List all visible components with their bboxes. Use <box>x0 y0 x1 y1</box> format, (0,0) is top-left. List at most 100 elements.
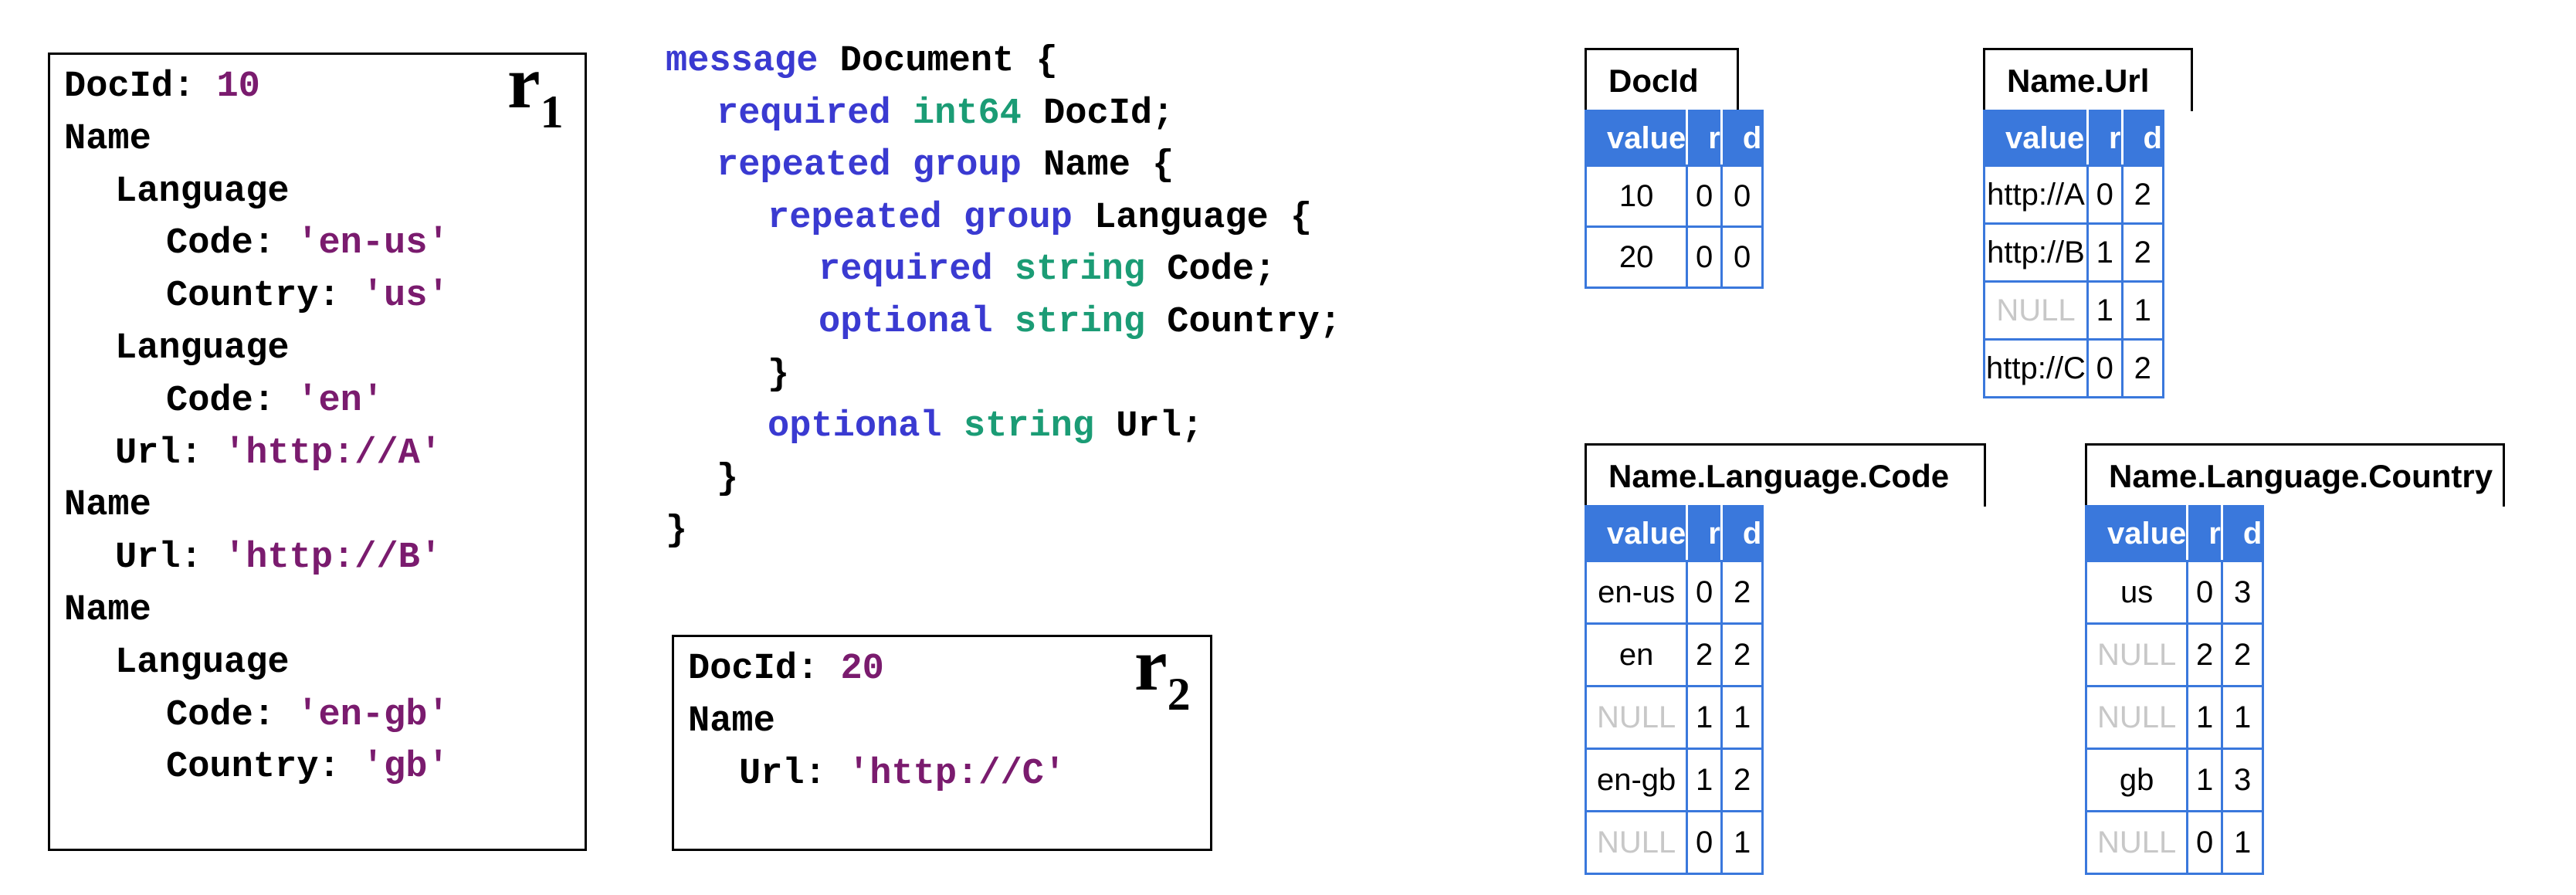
r1-field-name: Code: <box>166 223 297 265</box>
r1-line: Language <box>115 174 290 210</box>
table-cell: 1 <box>2086 222 2124 283</box>
schema-line: required string Code; <box>819 252 1276 288</box>
table-cell: 2 <box>2120 338 2164 398</box>
r1-line: Code: 'en' <box>166 383 384 419</box>
table-cell: 0 <box>1686 164 1723 228</box>
table-cell: NULL <box>1983 280 2089 341</box>
column-header-row: value r d <box>2084 505 2265 562</box>
table-row: NULL 1 1 <box>1584 685 1764 750</box>
r1-field-value: 'en' <box>297 380 385 422</box>
schema-keyword: optional <box>768 406 942 448</box>
table-cell: 1 <box>2220 810 2265 875</box>
r2-line: Url: 'http://C' <box>739 756 1066 792</box>
schema-text: Language { <box>1072 197 1313 239</box>
table-row: en 2 2 <box>1584 622 1764 687</box>
table-cell: 0 <box>2086 164 2124 225</box>
schema-line: } <box>717 461 738 497</box>
table-row: NULL 0 1 <box>2084 810 2265 875</box>
r1-line: Name <box>64 121 151 158</box>
r1-field-name: Url: <box>115 537 225 579</box>
r1-field-value: 'http://B' <box>224 537 442 579</box>
r1-field-value: 'http://A' <box>224 432 442 474</box>
schema-text: Name { <box>1021 145 1174 187</box>
schema-keyword: required <box>717 93 891 134</box>
schema-definition: message Document {required int64 DocId; r… <box>666 43 1476 576</box>
r1-line: Code: 'en-gb' <box>166 697 449 734</box>
schema-text: } <box>666 510 688 552</box>
table-row: 20 0 0 <box>1584 225 1764 289</box>
table-row: us 0 3 <box>2084 560 2265 625</box>
r1-field-value: 'en-us' <box>297 223 449 265</box>
schema-line: repeated group Language { <box>768 200 1312 236</box>
table-cell: us <box>2084 560 2189 625</box>
r1-field-name: DocId: <box>64 66 217 107</box>
table-cell: NULL <box>1584 810 1689 875</box>
table-cell: 2 <box>1686 622 1723 687</box>
r2-field-value: 'http://C' <box>848 753 1066 795</box>
column-title: Name.Language.Code <box>1585 443 1986 507</box>
schema-line: } <box>666 513 687 549</box>
r1-line: Code: 'en-us' <box>166 225 449 262</box>
schema-line: optional string Country; <box>819 304 1341 341</box>
column-header-row: value r d <box>1584 505 1764 562</box>
column-header-r: r <box>2086 110 2124 167</box>
table-cell: 2 <box>1720 622 1764 687</box>
column-header-value: value <box>1983 110 2089 167</box>
column-header-d: d <box>2120 110 2164 167</box>
table-cell: 2 <box>2120 222 2164 283</box>
schema-text: } <box>717 458 739 500</box>
table-cell: 0 <box>2186 560 2223 625</box>
record-r1-label: r1 <box>507 46 564 138</box>
table-cell: 0 <box>1686 810 1723 875</box>
table-cell: 3 <box>2220 560 2265 625</box>
column-header-r: r <box>1686 110 1723 167</box>
table-cell: 1 <box>2186 685 2223 750</box>
table-cell: 1 <box>2086 280 2124 341</box>
table-row: http://A 0 2 <box>1983 164 2164 225</box>
table-cell: http://B <box>1983 222 2089 283</box>
table-cell: 10 <box>1584 164 1689 228</box>
table-cell: NULL <box>2084 685 2189 750</box>
schema-text <box>891 145 913 186</box>
schema-keyword: required <box>819 249 993 291</box>
schema-text <box>942 406 964 447</box>
table-cell: 1 <box>1720 685 1764 750</box>
table-cell: en <box>1584 622 1689 687</box>
column-header-d: d <box>1720 110 1764 167</box>
table-cell: NULL <box>2084 810 2189 875</box>
r1-field-name: Name <box>64 590 151 631</box>
schema-line: optional string Url; <box>768 409 1203 445</box>
record-r2-label-letter: r <box>1134 623 1168 706</box>
schema-text: Country; <box>1145 302 1341 343</box>
r1-line: Language <box>115 331 290 367</box>
column-table: value r d http://A 0 2 http://B 1 2 NULL 1 1 http://… <box>1983 110 2164 398</box>
r1-line: Country: 'us' <box>166 278 449 314</box>
r2-field-name: Name <box>688 700 775 742</box>
table-cell: en-us <box>1584 560 1689 625</box>
r1-field-name: Country: <box>166 276 362 317</box>
schema-line: repeated group Name { <box>717 147 1174 184</box>
r1-line: Name <box>64 487 151 524</box>
r1-line: Country: 'gb' <box>166 749 449 785</box>
column-header-row: value r d <box>1983 110 2164 167</box>
r1-field-value: 'en-gb' <box>297 694 449 736</box>
schema-keyword: repeated <box>768 197 942 239</box>
schema-text: } <box>768 354 790 395</box>
schema-text: Document { <box>818 41 1058 82</box>
table-cell: 1 <box>2186 748 2223 812</box>
record-r2-label: r2 <box>1134 628 1191 720</box>
table-cell: gb <box>2084 748 2189 812</box>
table-row: en-gb 1 2 <box>1584 748 1764 812</box>
r1-line: Language <box>115 645 290 681</box>
table-cell: 0 <box>1686 560 1723 625</box>
column-table: value r d us 0 3 NULL 2 2 NULL 1 1 gb 1 3 NULL 0 1 <box>2084 505 2265 875</box>
r1-field-name: Name <box>64 485 151 527</box>
r1-line: DocId: 10 <box>64 69 260 105</box>
column-title: DocId <box>1585 48 1739 111</box>
table-cell: 0 <box>2186 810 2223 875</box>
table-row: http://B 1 2 <box>1983 222 2164 283</box>
column-table: value r d en-us 0 2 en 2 2 NULL 1 1 en-gb 1 2 NULL 0 1 <box>1584 505 1764 875</box>
table-cell: 1 <box>2120 280 2164 341</box>
schema-text <box>993 302 1015 343</box>
table-row: 10 0 0 <box>1584 164 1764 228</box>
